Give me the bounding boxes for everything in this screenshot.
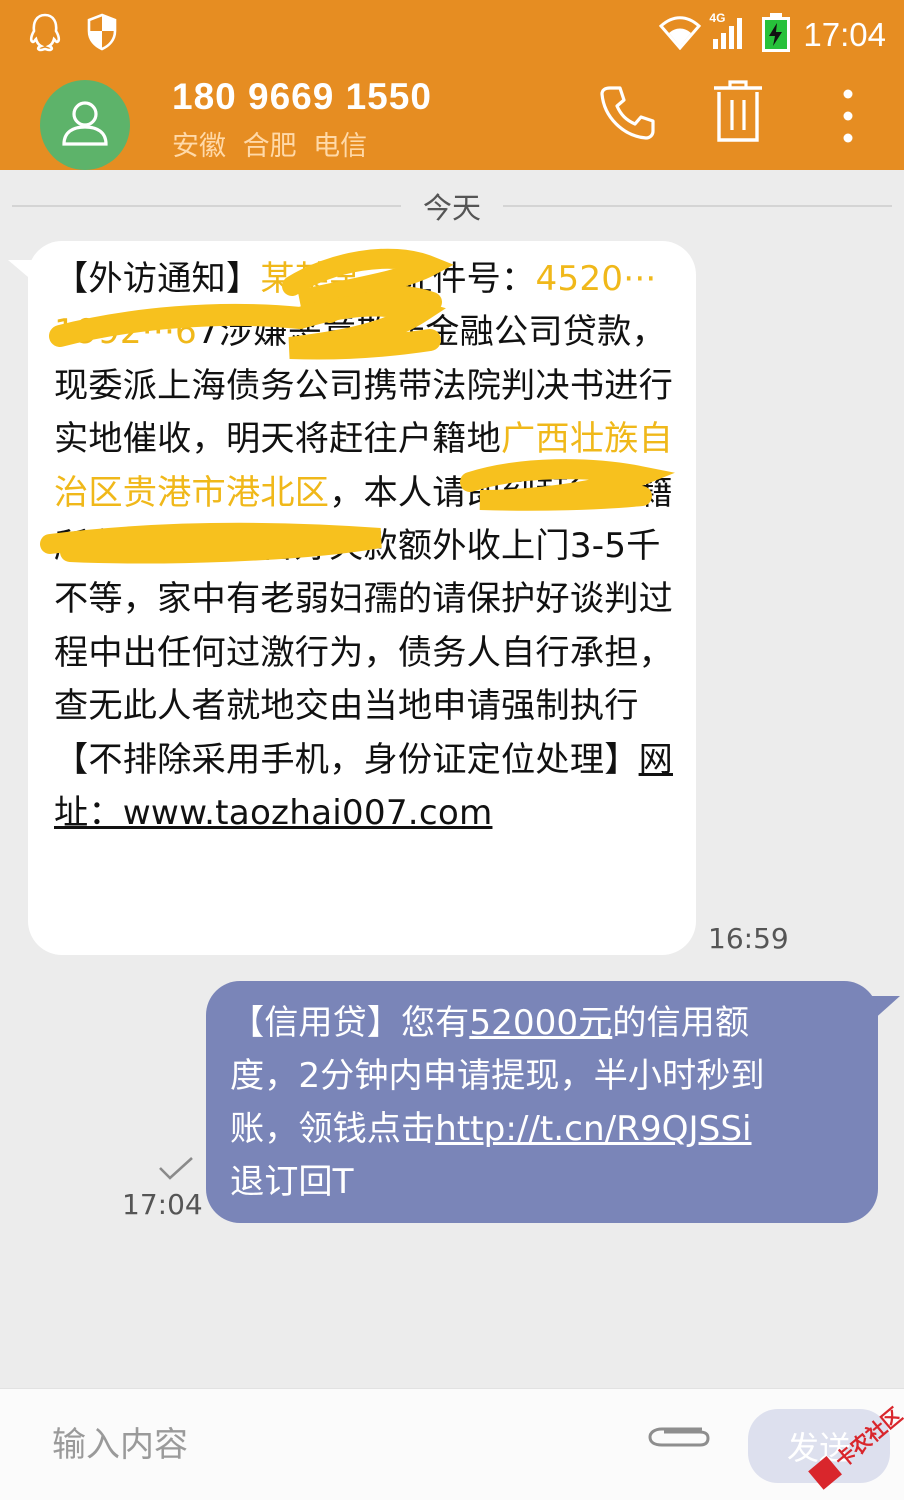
watermark-text: 卡农社区 xyxy=(830,1404,904,1473)
outgoing-message-bubble[interactable]: 【信用贷】您有52000元的信用额度，2分钟内申请提现，半小时秒到账，领钱点击h… xyxy=(206,981,878,1223)
outgoing-link[interactable]: http://t.cn/R9QJSSi xyxy=(435,1109,751,1149)
outgoing-text-part: 退订回T xyxy=(230,1162,354,1202)
delivered-check-icon xyxy=(158,1156,194,1186)
message-input[interactable] xyxy=(52,1417,612,1473)
watermark-logo: 卡农社区 xyxy=(800,1403,904,1498)
attachment-icon[interactable] xyxy=(644,1417,712,1457)
outgoing-message-text: 【信用贷】您有52000元的信用额度，2分钟内申请提现，半小时秒到账，领钱点击h… xyxy=(230,997,770,1209)
outgoing-text-part: 【信用贷】您有 xyxy=(230,1003,470,1043)
redaction-scribble xyxy=(40,248,675,564)
outgoing-timestamp: 17:04 xyxy=(122,1188,203,1221)
credit-amount: 52000元 xyxy=(469,1003,613,1043)
incoming-timestamp: 16:59 xyxy=(708,922,789,955)
composer-bar: 发送 xyxy=(0,1388,904,1500)
